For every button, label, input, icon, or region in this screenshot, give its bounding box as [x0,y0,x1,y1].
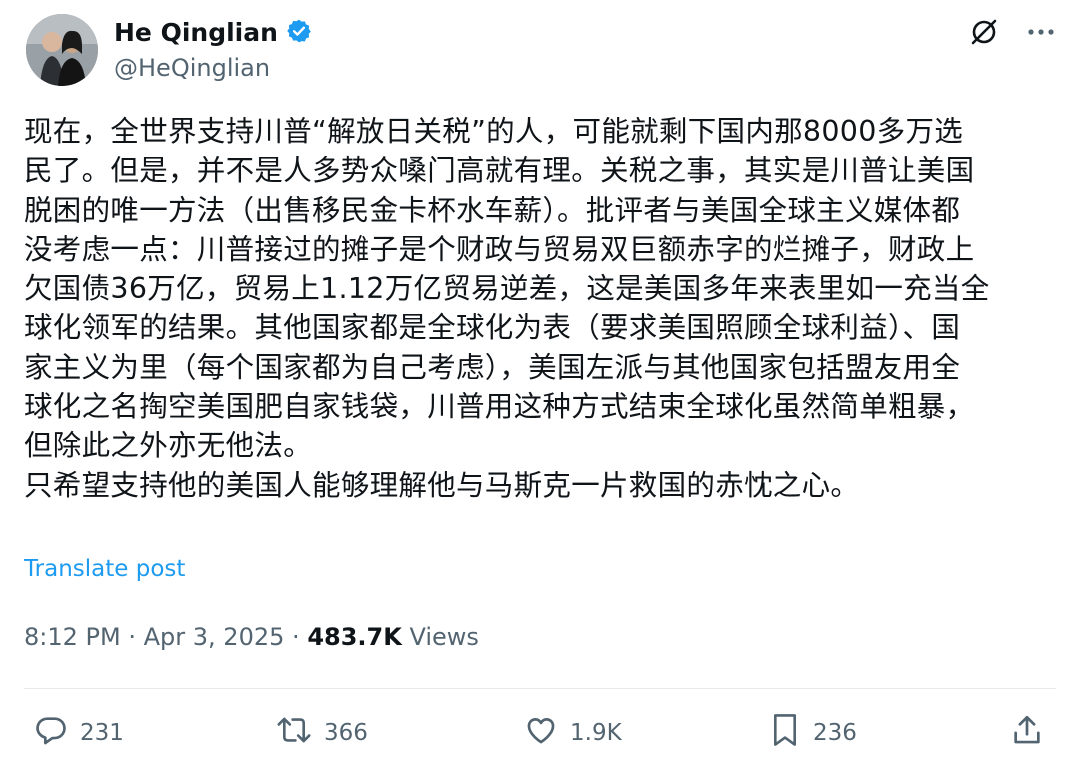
share-icon [1010,713,1044,753]
post-meta: 8:12 PM · Apr 3, 2025 · 483.7K Views [24,620,479,654]
translate-post-link[interactable]: Translate post [24,556,185,582]
avatar[interactable] [26,14,98,86]
reply-button[interactable]: 231 [34,705,124,761]
grok-icon[interactable] [968,16,1000,48]
divider [24,688,1056,689]
meta-separator: · [292,623,300,651]
repost-icon [276,713,312,753]
post-time[interactable]: 8:12 PM [24,623,121,651]
author-name[interactable]: He Qinglian [114,16,278,50]
action-bar: 231 366 1.9K 236 [24,705,1056,761]
reply-icon [34,713,68,753]
bookmark-count: 236 [813,720,857,746]
bookmark-icon [769,712,801,754]
like-button[interactable]: 1.9K [524,705,622,761]
reply-count: 231 [80,720,124,746]
bookmark-button[interactable]: 236 [769,705,857,761]
like-count: 1.9K [570,720,622,746]
like-icon [524,713,558,753]
more-icon[interactable] [1026,17,1056,47]
repost-button[interactable]: 366 [276,705,368,761]
verified-badge-icon [286,18,312,48]
meta-separator: · [128,623,136,651]
share-button[interactable] [1010,705,1044,761]
repost-count: 366 [324,720,368,746]
author-handle[interactable]: @HeQinglian [114,52,270,84]
post-text: 现在，全世界支持川普“解放日关税”的人，可能就剩下国内那8000多万选 民了。但… [24,115,990,502]
post-date[interactable]: Apr 3, 2025 [144,623,285,651]
post-header: He Qinglian @HeQinglian [24,12,1056,88]
views-count: 483.7K [307,623,402,651]
views-label: Views [409,623,479,651]
